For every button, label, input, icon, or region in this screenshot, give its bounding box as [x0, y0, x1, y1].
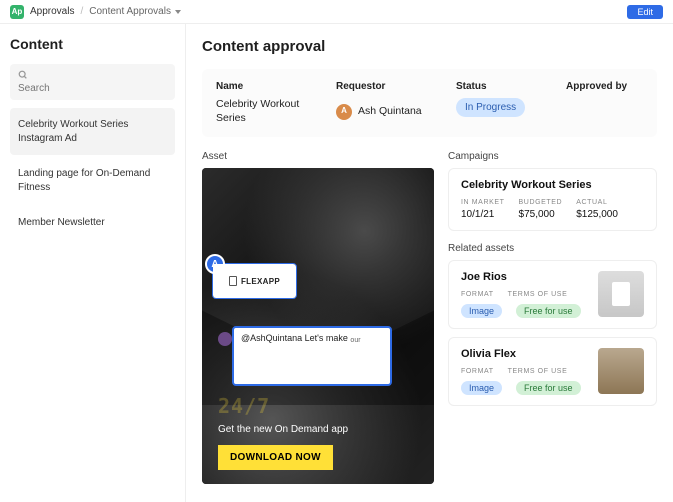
panel-heading: Content approval	[202, 38, 657, 55]
format-label: format	[461, 291, 494, 298]
format-label: format	[461, 368, 494, 375]
terms-pill: Free for use	[516, 381, 581, 395]
label-approved-by: Approved by	[566, 81, 643, 92]
asset-section-label: Asset	[202, 151, 434, 162]
search-icon	[18, 70, 28, 80]
document-icon	[229, 276, 237, 286]
label-status: Status	[456, 81, 556, 92]
search-input[interactable]	[18, 83, 167, 94]
crumb-current-label: Content Approvals	[89, 6, 171, 17]
sidebar-item-newsletter[interactable]: Member Newsletter	[10, 206, 175, 240]
annotation-label: FLEXAPP	[241, 277, 280, 286]
status-badge: In Progress	[456, 98, 525, 117]
sidebar-item-landing-page[interactable]: Landing page for On-Demand Fitness	[10, 157, 175, 204]
download-button[interactable]: DOWNLOAD NOW	[218, 445, 333, 470]
sidebar-item-celebrity-workout-ad[interactable]: Celebrity Workout Series Instagram Ad	[10, 108, 175, 155]
label-requestor: Requestor	[336, 81, 446, 92]
terms-label: terms of use	[508, 291, 568, 298]
related-asset-thumbnail	[598, 271, 644, 317]
asset-big-text: 24/7	[218, 394, 418, 418]
edit-button[interactable]: Edit	[627, 5, 663, 19]
comment-box[interactable]: @AshQuintana Let's make our	[232, 326, 392, 386]
related-asset-thumbnail	[598, 348, 644, 394]
value-name: Celebrity Workout Series	[216, 98, 326, 125]
stat-value-budgeted: $75,000	[519, 209, 563, 220]
crumb-root[interactable]: Approvals	[30, 6, 74, 17]
stat-label-inmarket: in market	[461, 199, 505, 206]
avatar: A	[336, 104, 352, 120]
campaign-card[interactable]: Celebrity Workout Series in market 10/1/…	[448, 168, 657, 231]
asset-caption: 24/7 Get the new On Demand app DOWNLOAD …	[218, 394, 418, 470]
terms-pill: Free for use	[516, 304, 581, 318]
value-status: In Progress	[456, 98, 556, 125]
stat-label-actual: actual	[576, 199, 618, 206]
related-asset-joe-rios[interactable]: Joe Rios format terms of use Image Free …	[448, 260, 657, 329]
comment-text: @AshQuintana Let's make	[241, 333, 350, 343]
content-approval-panel: Content approval Name Requestor Status A…	[186, 24, 673, 502]
topbar: Ap Approvals / Content Approvals Edit	[0, 0, 673, 24]
chevron-down-icon	[175, 10, 181, 14]
value-approved-by	[566, 98, 643, 125]
label-name: Name	[216, 81, 326, 92]
requestor-name: Ash Quintana	[358, 105, 422, 119]
asset-preview[interactable]: A FLEXAPP @AshQuintana Let's make our 24…	[202, 168, 434, 484]
related-asset-name: Joe Rios	[461, 271, 588, 283]
stat-value-actual: $125,000	[576, 209, 618, 220]
stat-value-inmarket: 10/1/21	[461, 209, 505, 220]
format-pill: Image	[461, 304, 502, 318]
sidebar-heading: Content	[10, 36, 175, 52]
stat-label-budgeted: budgeted	[519, 199, 563, 206]
search-input-wrapper[interactable]	[10, 64, 175, 100]
asset-tagline: Get the new On Demand app	[218, 424, 418, 435]
related-section-label: Related assets	[448, 243, 657, 254]
comment-sub: our	[350, 337, 360, 344]
format-pill: Image	[461, 381, 502, 395]
sidebar: Content Celebrity Workout Series Instagr…	[0, 24, 186, 502]
breadcrumb-separator: /	[80, 6, 83, 17]
info-card: Name Requestor Status Approved by Celebr…	[202, 69, 657, 137]
terms-label: terms of use	[508, 368, 568, 375]
value-requestor[interactable]: A Ash Quintana	[336, 98, 446, 125]
breadcrumb: Ap Approvals / Content Approvals	[10, 5, 181, 19]
crumb-current[interactable]: Content Approvals	[89, 6, 181, 17]
related-asset-name: Olivia Flex	[461, 348, 588, 360]
campaigns-section-label: Campaigns	[448, 151, 657, 162]
related-asset-olivia-flex[interactable]: Olivia Flex format terms of use Image Fr…	[448, 337, 657, 406]
app-icon: Ap	[10, 5, 24, 19]
campaign-title: Celebrity Workout Series	[461, 179, 644, 191]
annotation-box[interactable]: A FLEXAPP	[212, 263, 297, 299]
